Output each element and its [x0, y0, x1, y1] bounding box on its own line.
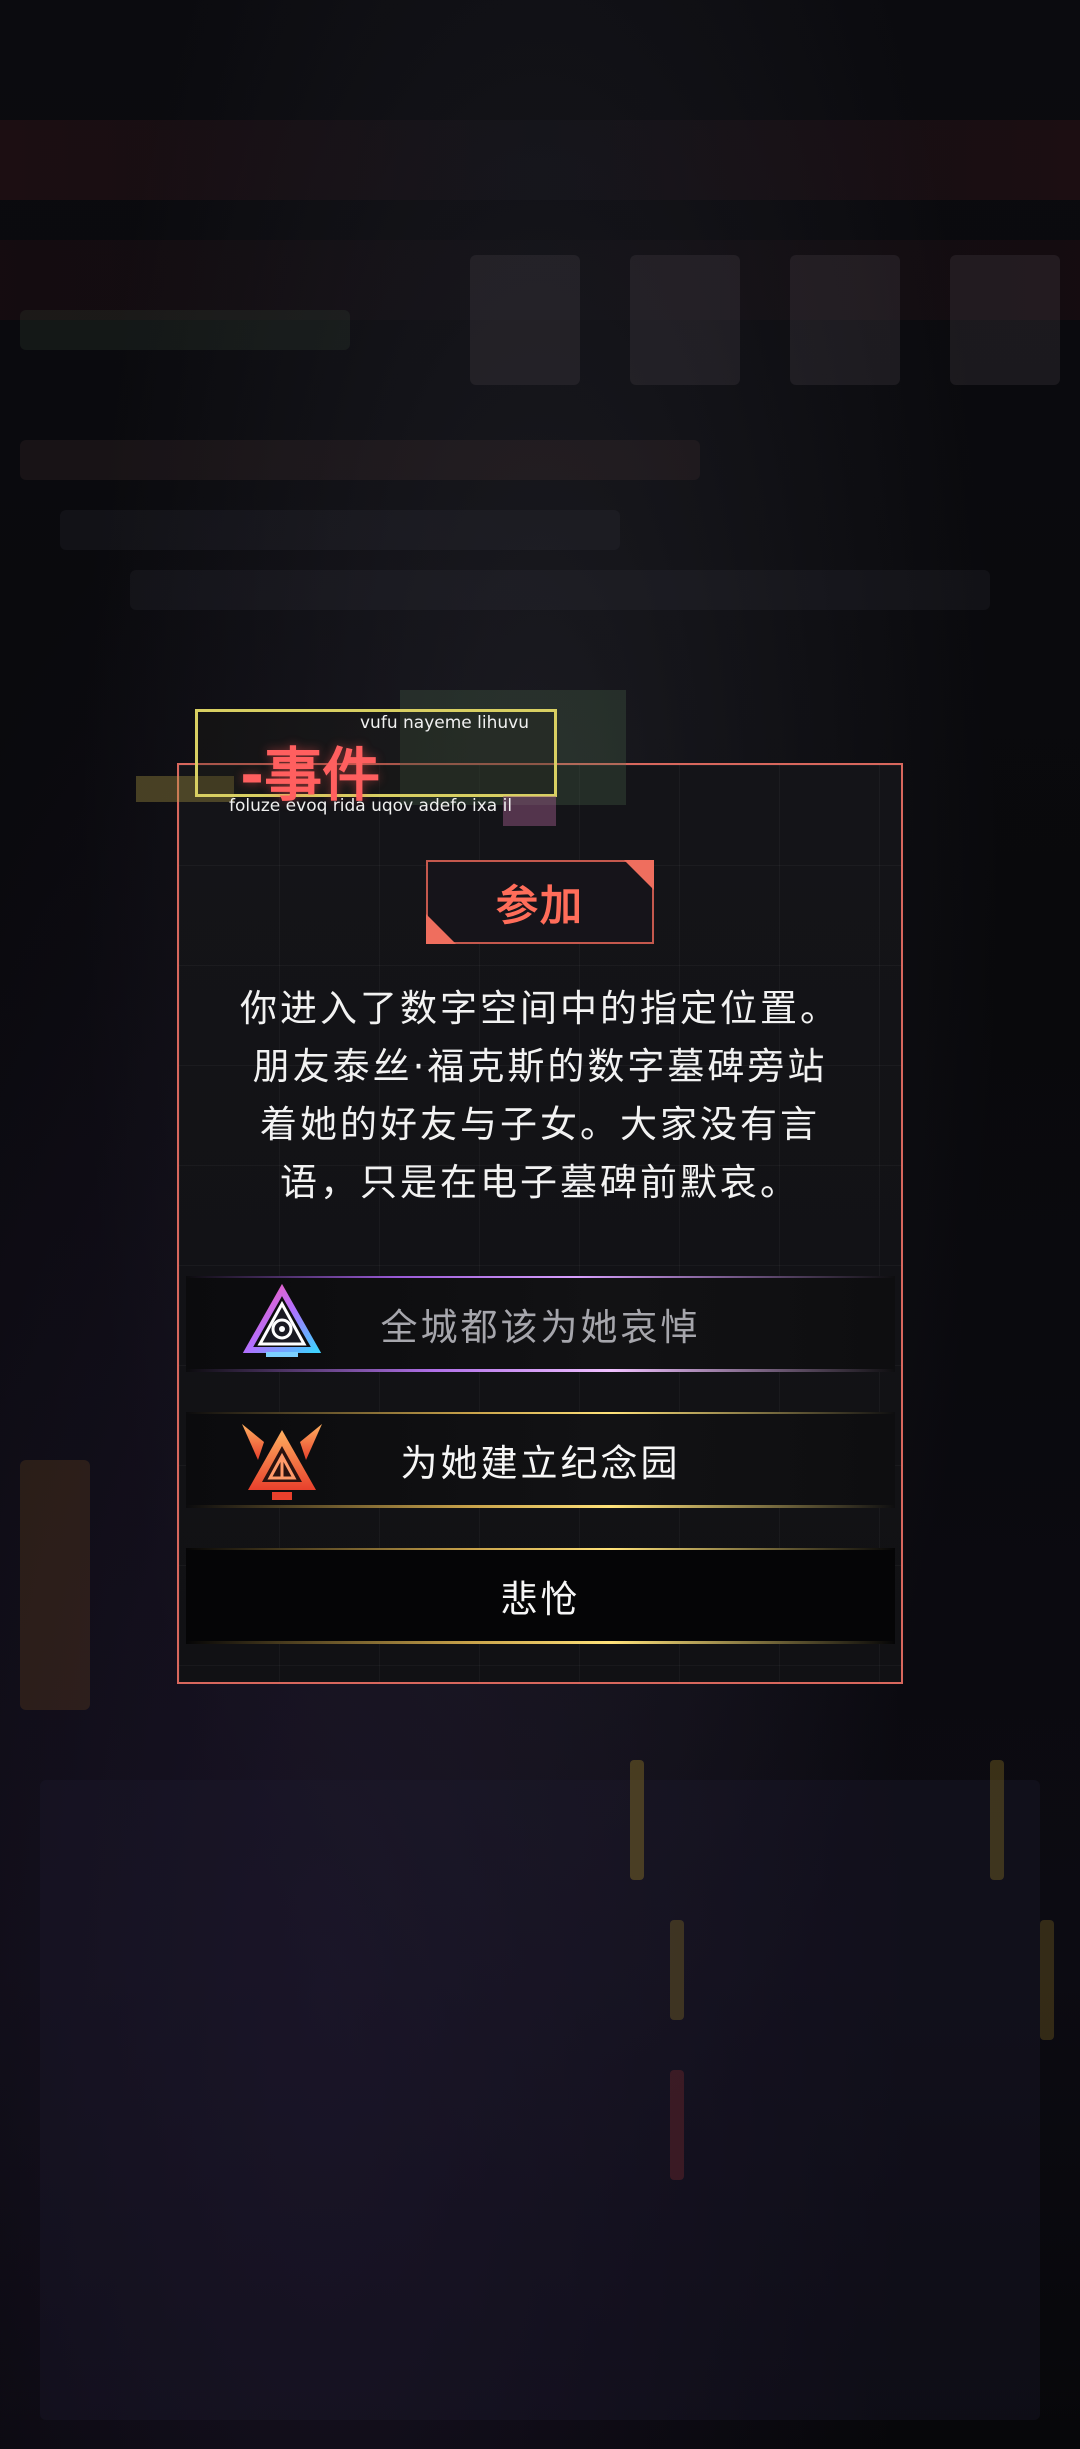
background-row — [130, 570, 990, 610]
option-glow-line — [186, 1276, 895, 1278]
background-side-panel — [20, 1460, 90, 1710]
winged-triangle-emblem-icon — [242, 1424, 322, 1500]
description-line: 着她的好友与子女。大家没有言 — [260, 1103, 820, 1146]
background-card — [790, 255, 900, 385]
background-row — [20, 310, 350, 350]
background-bar — [670, 1920, 684, 2020]
badge-corner-accent — [624, 860, 654, 890]
option-glow-line — [186, 1641, 895, 1644]
option-label: 全城都该为她哀悼 — [380, 1306, 701, 1349]
option-label: 为她建立纪念园 — [400, 1442, 681, 1485]
description-line: 你进入了数字空间中的指定位置。 — [240, 987, 840, 1030]
option-build-memorial-button[interactable]: 为她建立纪念园 — [186, 1412, 895, 1508]
title-caption-bottom: foluze evoq rida uqov adefo ixa il — [229, 796, 513, 816]
background-card — [470, 255, 580, 385]
background-card — [630, 255, 740, 385]
badge-label: 参加 — [495, 880, 584, 930]
background-row — [20, 440, 700, 480]
event-description: 你进入了数字空间中的指定位置。 朋友泰丝·福克斯的数字墓碑旁站 着她的好友与子女… — [200, 980, 880, 1212]
background-card — [950, 255, 1060, 385]
background-bar — [630, 1760, 644, 1880]
background-lower-panel — [40, 1780, 1040, 2420]
option-glow-line — [186, 1548, 895, 1550]
badge-corner-accent — [426, 914, 456, 944]
option-glow-line — [186, 1412, 895, 1414]
option-grief-button[interactable]: 悲怆 — [186, 1548, 895, 1644]
description-line: 语，只是在电子墓碑前默哀。 — [280, 1161, 800, 1204]
background-bar — [1040, 1920, 1054, 2040]
option-glow-line — [186, 1505, 895, 1508]
triangle-eye-emblem-icon — [242, 1284, 322, 1357]
background-bar — [990, 1760, 1004, 1880]
background-bar — [670, 2070, 684, 2180]
description-line: 朋友泰丝·福克斯的数字墓碑旁站 — [252, 1045, 828, 1088]
option-mourn-citywide-button[interactable]: 全城都该为她哀悼 — [186, 1276, 895, 1372]
background-row — [60, 510, 620, 550]
option-label: 悲怆 — [500, 1578, 581, 1621]
option-glow-line — [186, 1369, 895, 1372]
title-caption-top: vufu nayeme lihuvu — [360, 713, 529, 733]
background-top-strip — [0, 120, 1080, 200]
event-type-badge: 参加 — [426, 860, 654, 944]
